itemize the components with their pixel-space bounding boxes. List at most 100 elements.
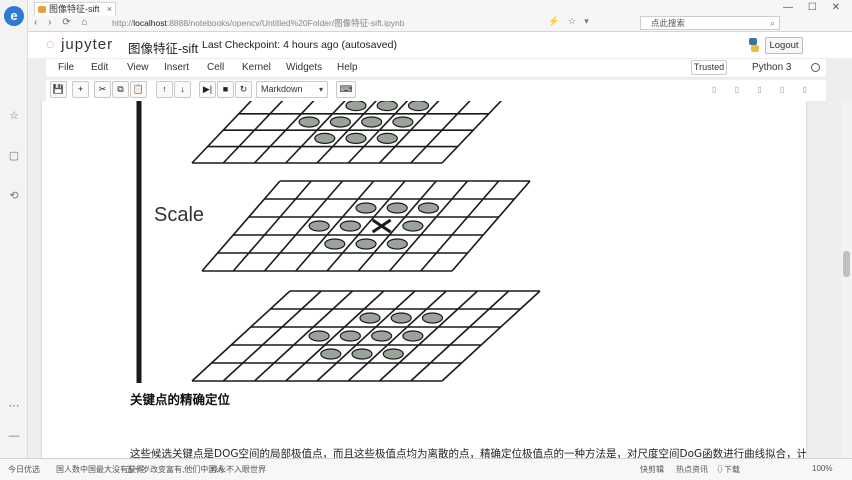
nav-buttons[interactable]: ‹ › ⟳ ⌂	[34, 17, 91, 28]
cell-type-value: Markdown	[261, 84, 303, 94]
grid-line	[451, 180, 531, 272]
neighbor-sample-ellipse	[345, 132, 367, 145]
status-item[interactable]: 恐永不入眼世界	[210, 464, 266, 475]
address-tools[interactable]: ⚡ ☆ ▾	[548, 16, 592, 27]
neighbor-sample-ellipse	[308, 330, 330, 342]
grid-line	[410, 290, 510, 382]
neighbor-sample-ellipse	[355, 238, 377, 250]
url-host: localhost	[133, 18, 167, 28]
browser-search-input[interactable]: 点此搜索 ⌕	[640, 16, 780, 30]
status-item[interactable]: 今日优选	[8, 464, 40, 475]
menu-view[interactable]: View	[127, 62, 149, 73]
restart-button[interactable]: ↻	[235, 81, 252, 98]
jupyter-logo-mark-icon: ◌	[46, 36, 56, 53]
neighbor-sample-ellipse	[339, 330, 361, 342]
interrupt-button[interactable]: ■	[217, 81, 234, 98]
tab-close-icon[interactable]: ×	[107, 3, 112, 16]
neighbor-sample-ellipse	[392, 116, 414, 128]
url-path: :8888/notebooks/opencv/Untitled%20Folder…	[166, 18, 405, 28]
status-item[interactable]: 热点资讯	[676, 464, 708, 475]
collapse-icon[interactable]: —	[8, 430, 20, 442]
neighbor-sample-ellipse	[386, 202, 408, 214]
tab-title: 图像特征-sift	[49, 4, 100, 14]
chevron-down-icon: ▾	[318, 85, 323, 94]
kernel-name: Python 3	[752, 62, 792, 73]
neighbor-sample-ellipse	[402, 220, 424, 232]
grid-plane-bottom	[191, 290, 541, 382]
neighbor-sample-ellipse	[355, 202, 377, 214]
kernel-status-icon	[811, 63, 820, 72]
neighbor-sample-ellipse	[298, 116, 320, 128]
menu-cell[interactable]: Cell	[207, 62, 224, 73]
browser-logo-icon[interactable]: e	[4, 6, 24, 26]
neighbor-sample-ellipse	[308, 220, 330, 232]
menu-help[interactable]: Help	[337, 62, 358, 73]
history-icon[interactable]: ⟲	[8, 190, 20, 202]
grid-line	[347, 290, 447, 382]
grid-line	[263, 180, 344, 272]
neighbor-sample-ellipse	[345, 101, 367, 112]
tab-favicon-icon	[38, 6, 46, 13]
page-scrollbar[interactable]	[841, 101, 852, 458]
neighbor-sample-ellipse	[376, 101, 398, 112]
menu-file[interactable]: File	[58, 62, 74, 73]
cell-type-select[interactable]: Markdown ▾	[256, 81, 328, 98]
keyboard-shortcuts-button[interactable]: ⌨	[336, 81, 356, 98]
menu-kernel[interactable]: Kernel	[242, 62, 271, 73]
more-icon[interactable]: ⋯	[8, 400, 20, 412]
cut-button[interactable]: ✂	[94, 81, 111, 98]
status-item[interactable]: 快剪辑	[640, 464, 664, 475]
neighbor-sample-ellipse	[376, 132, 398, 145]
neighbor-sample-ellipse	[417, 202, 440, 214]
browser-tab[interactable]: 图像特征-sift ×	[34, 2, 116, 16]
grid-line	[222, 290, 322, 382]
neighbor-sample-ellipse	[329, 116, 351, 128]
run-button[interactable]: ▶|	[199, 81, 216, 98]
move-up-button[interactable]: ↑	[156, 81, 173, 98]
grid-line	[441, 101, 503, 164]
paste-button[interactable]: 📋	[130, 81, 147, 98]
notebook-title[interactable]: 图像特征-sift	[128, 38, 198, 57]
grid-line	[191, 290, 291, 382]
grid-line	[420, 180, 500, 272]
scrollbar-thumb[interactable]	[843, 251, 850, 277]
screen: e ☆ ▢ ⟲ ⋯ — 图像特征-sift × ‹ › ⟳ ⌂ http://l…	[0, 0, 852, 480]
grid-line	[388, 180, 469, 272]
browser-toolbar: 图像特征-sift × ‹ › ⟳ ⌂ http://localhost:888…	[28, 0, 852, 32]
menu-insert[interactable]: Insert	[164, 62, 189, 73]
neighbor-sample-ellipse	[402, 330, 424, 342]
neighbor-sample-ellipse	[324, 238, 346, 250]
zoom-level[interactable]: 100%	[812, 464, 832, 473]
browser-statusbar: 今日优选 国人数中国最大没有获得 五十岁改变富有,他们中国人 恐永不入眼世界 快…	[0, 458, 852, 480]
menu-widgets[interactable]: Widgets	[286, 62, 322, 73]
trusted-badge[interactable]: Trusted	[691, 60, 727, 75]
scale-label: Scale	[154, 204, 204, 226]
grid-line	[378, 290, 479, 382]
jupyter-logo[interactable]: ◌ jupyter	[46, 36, 113, 53]
move-down-button[interactable]: ↓	[174, 81, 191, 98]
neighbor-sample-ellipse	[407, 101, 430, 112]
markdown-heading: 关键点的精确定位	[130, 392, 231, 407]
save-button[interactable]: 💾	[50, 81, 67, 98]
search-icon[interactable]: ⌕	[770, 17, 775, 29]
grid-line	[232, 180, 312, 272]
grid-line	[316, 290, 416, 382]
insert-cell-button[interactable]: +	[72, 81, 89, 98]
notebook-toolbar: 💾 + ✂ ⧉ 📋 ↑ ↓ ▶| ■ ↻ Markdown ▾ ⌨ ▯ ▯ ▯ …	[46, 80, 826, 101]
url-prefix: http://	[112, 18, 134, 28]
neighbor-sample-ellipse	[359, 312, 381, 324]
logout-button[interactable]: Logout	[765, 37, 803, 54]
grid-line	[326, 180, 406, 272]
notebook-page: Scale 关键点的精确定位 这些候选关键点是DOG空间的局部极值点，而且这些极…	[42, 101, 806, 458]
grid-line	[285, 290, 385, 382]
menu-bar: File Edit View Insert Cell Kernel Widget…	[46, 59, 826, 78]
window-icon[interactable]: ▢	[8, 150, 20, 162]
copy-button[interactable]: ⧉	[112, 81, 129, 98]
address-bar[interactable]: http://localhost:8888/notebooks/opencv/U…	[112, 17, 592, 30]
neighbor-sample-ellipse	[351, 348, 373, 360]
favorites-icon[interactable]: ☆	[8, 110, 20, 122]
grid-line	[295, 180, 375, 272]
status-item[interactable]: ⇩下载	[716, 464, 740, 475]
window-controls[interactable]: — ☐ ✕	[783, 2, 846, 13]
menu-edit[interactable]: Edit	[91, 62, 108, 73]
